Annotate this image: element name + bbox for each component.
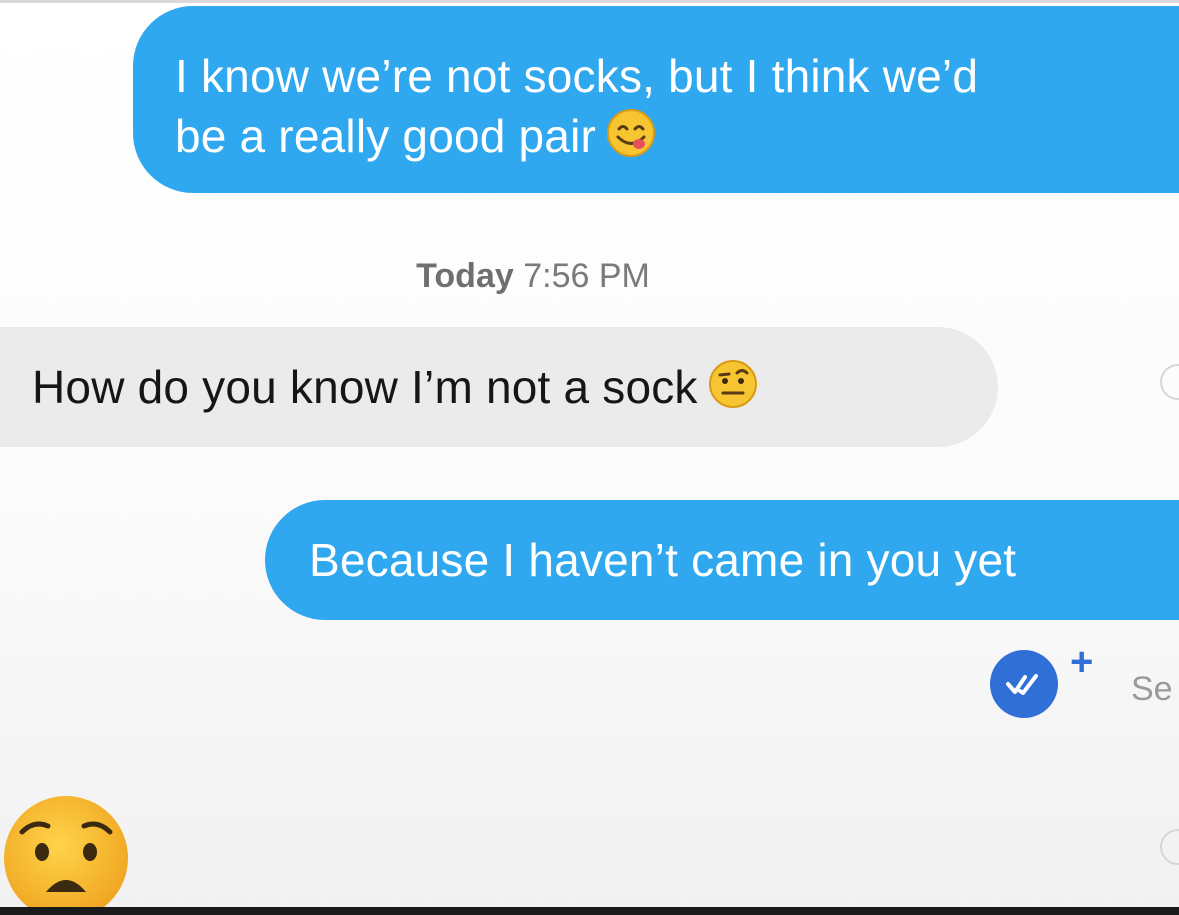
seen-status-text: Se xyxy=(1131,670,1173,708)
sent-message-bubble-2[interactable]: Because I haven’t came in you yet xyxy=(265,500,1179,620)
message-line-with-emoji: be a really good pair xyxy=(175,106,1179,166)
timestamp-day: Today xyxy=(416,257,514,295)
timestamp-time: 7:56 PM xyxy=(523,257,650,295)
bottom-edge xyxy=(0,907,1179,915)
anguished-face-icon xyxy=(4,796,128,910)
add-reaction-plus[interactable]: + xyxy=(1070,640,1093,685)
reaction-icon[interactable] xyxy=(1152,360,1179,404)
top-divider xyxy=(0,0,1179,3)
sent-message-bubble-1[interactable]: I know we’re not socks, but I think we’d… xyxy=(133,6,1179,193)
message-line: I know we’re not socks, but I think we’d xyxy=(175,50,979,102)
read-receipt-check-icon xyxy=(990,650,1058,718)
reaction-icon[interactable] xyxy=(1152,825,1179,869)
message-text: Because I haven’t came in you yet xyxy=(309,534,1017,586)
message-timestamp: Today 7:56 PM xyxy=(0,257,1066,296)
smiling-face-with-tongue-icon xyxy=(607,109,656,157)
face-with-raised-eyebrow-icon xyxy=(708,360,757,408)
message-line: be a really good pair xyxy=(175,110,597,162)
received-message-bubble[interactable]: How do you know I’m not a sock xyxy=(0,327,998,447)
message-text: How do you know I’m not a sock xyxy=(32,361,698,413)
